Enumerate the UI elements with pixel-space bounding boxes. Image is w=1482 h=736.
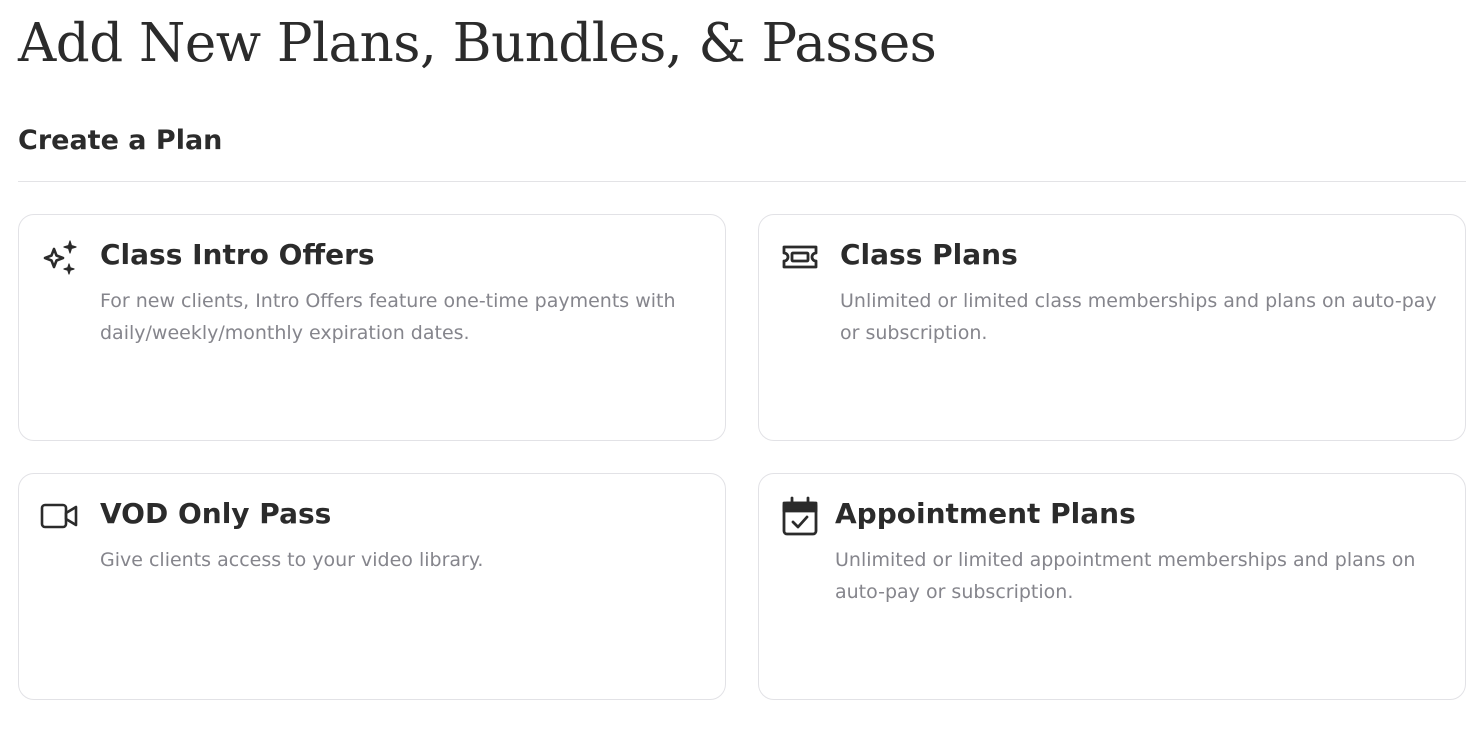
- calendar-check-icon: [780, 496, 820, 536]
- class-intro-offers-card[interactable]: Class Intro Offers For new clients, Intr…: [18, 214, 726, 441]
- page-title: Add New Plans, Bundles, & Passes: [18, 13, 937, 74]
- section-divider: [18, 181, 1466, 182]
- class-plans-card[interactable]: Class Plans Unlimited or limited class m…: [758, 214, 1466, 441]
- section-title: Create a Plan: [18, 125, 223, 156]
- ticket-icon: [780, 237, 820, 277]
- card-description: Give clients access to your video librar…: [100, 549, 484, 571]
- card-title: VOD Only Pass: [100, 497, 332, 530]
- card-title: Class Plans: [840, 238, 1018, 271]
- card-title: Class Intro Offers: [100, 238, 375, 271]
- appointment-plans-card[interactable]: Appointment Plans Unlimited or limited a…: [758, 473, 1466, 700]
- card-description: For new clients, Intro Offers feature on…: [100, 290, 676, 344]
- sparkles-icon: [40, 237, 80, 277]
- vod-only-pass-card[interactable]: VOD Only Pass Give clients access to you…: [18, 473, 726, 700]
- card-description: Unlimited or limited class memberships a…: [840, 290, 1437, 344]
- video-camera-icon: [40, 496, 80, 536]
- card-title: Appointment Plans: [835, 497, 1136, 530]
- card-description: Unlimited or limited appointment members…: [835, 549, 1416, 603]
